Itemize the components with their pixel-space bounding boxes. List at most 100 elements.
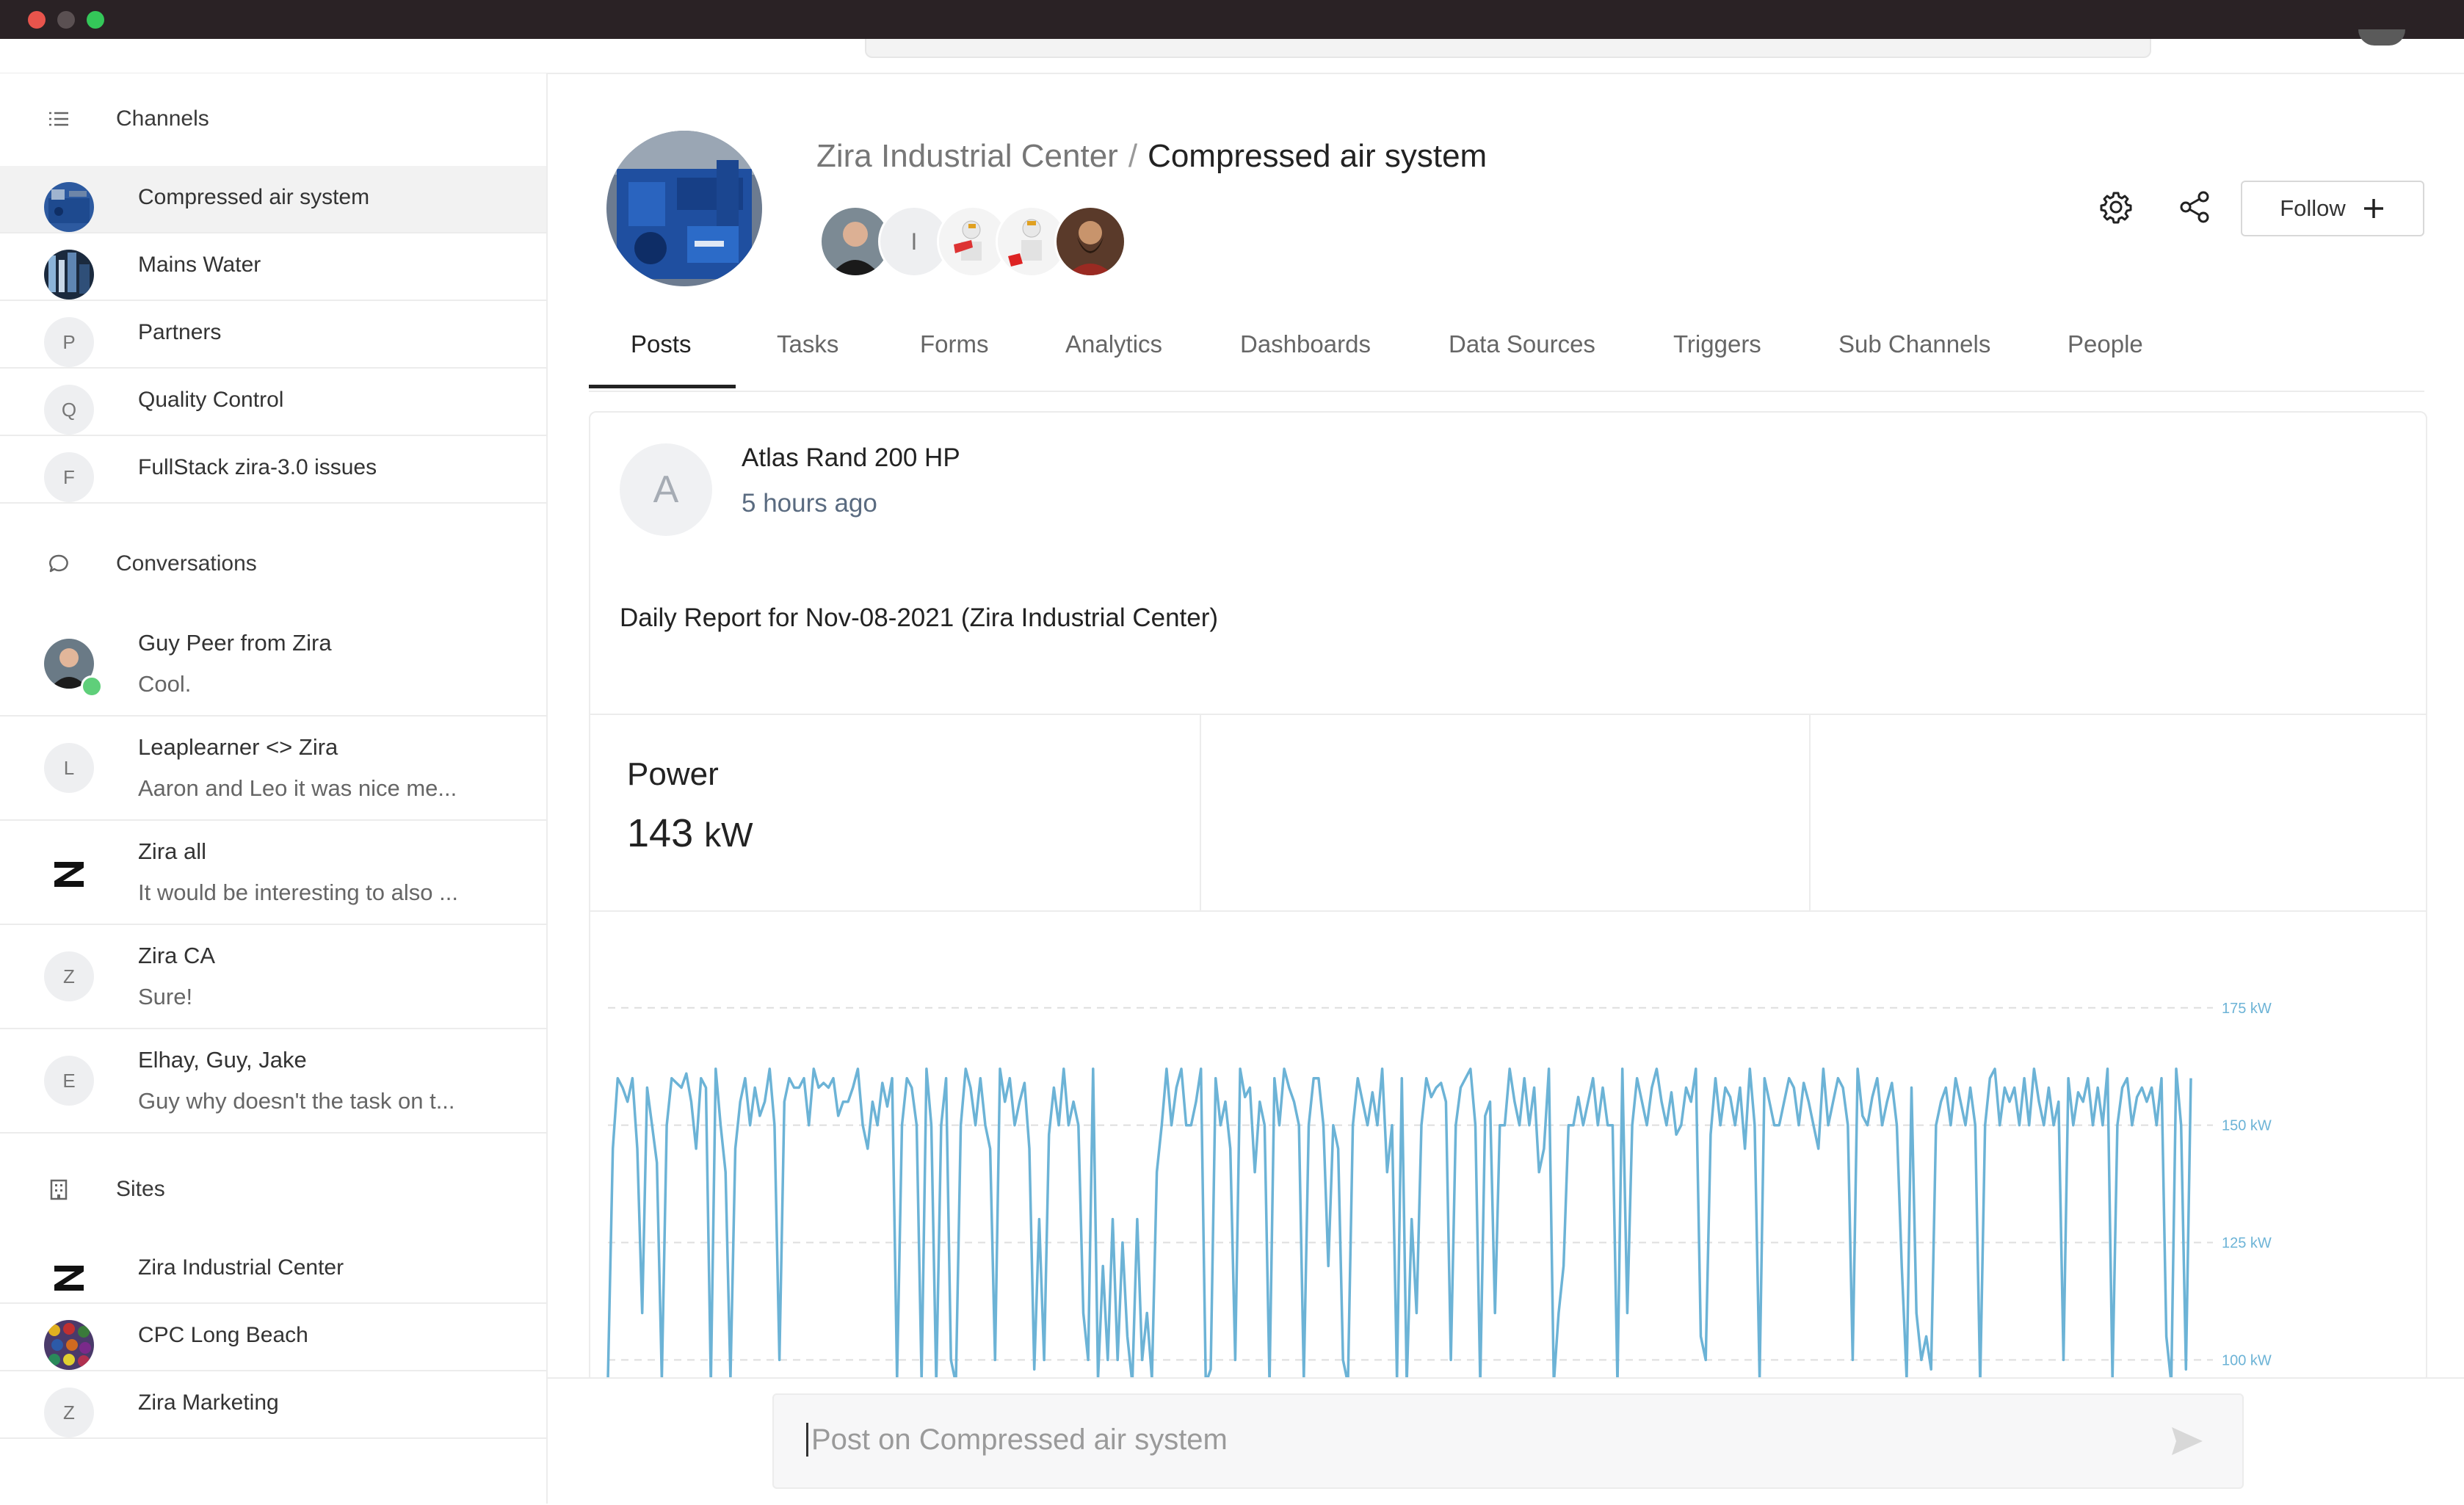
- page-title: Compressed air system: [1148, 138, 1488, 174]
- site-label: Zira Industrial Center: [138, 1255, 344, 1280]
- channel-avatar: [44, 182, 94, 232]
- power-chart-svg: 175 kW 150 kW 125 kW 100 kW: [606, 1001, 2272, 1382]
- post-body: Daily Report for Nov-08-2021 (Zira Indus…: [620, 603, 1219, 632]
- conversation-leaplearner[interactable]: L Leaplearner <> Zira Aaron and Leo it w…: [0, 717, 546, 821]
- metric-value: 143 kW: [627, 811, 753, 855]
- conversation-snippet: It would be interesting to also ...: [138, 880, 458, 905]
- chart-y-tick-label: 175 kW: [2222, 1001, 2272, 1017]
- post-author-name[interactable]: Atlas Rand 200 HP: [742, 443, 960, 473]
- breadcrumb: Zira Industrial Center / Compressed air sy…: [816, 138, 1487, 175]
- sidebar-item-fullstack-issues[interactable]: F FullStack zira-3.0 issues: [0, 436, 546, 504]
- channel-label: Quality Control: [138, 388, 284, 412]
- send-icon[interactable]: [2169, 1423, 2206, 1459]
- window-minimize-button[interactable]: [57, 11, 75, 29]
- post-composer-input[interactable]: Post on Compressed air system: [806, 1423, 1228, 1457]
- post-timestamp: 5 hours ago: [742, 489, 877, 518]
- window-close-button[interactable]: [28, 11, 46, 29]
- conversation-title: Zira all: [138, 838, 207, 864]
- chart-y-tick-label: 125 kW: [2222, 1236, 2272, 1252]
- channel-label: Partners: [138, 320, 222, 344]
- building-icon: [46, 1176, 72, 1203]
- sites-heading[interactable]: Sites: [0, 1160, 546, 1219]
- zira-logo-icon: [44, 847, 94, 897]
- chat-bubble-icon: [46, 551, 72, 577]
- tab-sub-channels[interactable]: Sub Channels: [1838, 330, 1990, 358]
- site-avatar: Z: [44, 1388, 94, 1437]
- member-avatar[interactable]: [1054, 206, 1126, 278]
- tab-analytics[interactable]: Analytics: [1065, 330, 1162, 358]
- tab-dashboards[interactable]: Dashboards: [1240, 330, 1371, 358]
- tab-triggers[interactable]: Triggers: [1673, 330, 1761, 358]
- breadcrumb-separator: /: [1128, 138, 1138, 174]
- chart-y-tick-label: 150 kW: [2222, 1118, 2272, 1134]
- metric-cell-empty: [1200, 715, 1811, 910]
- sidebar: Channels Compressed air system Mains Wat…: [0, 73, 548, 1504]
- window-titlebar: [0, 0, 2464, 39]
- settings-gear-icon[interactable]: [2095, 186, 2137, 228]
- share-icon[interactable]: [2175, 186, 2216, 228]
- tab-people[interactable]: People: [2068, 330, 2143, 358]
- site-label: Zira Marketing: [138, 1390, 279, 1415]
- conversation-elhay-guy-jake[interactable]: E Elhay, Guy, Jake Guy why doesn't the t…: [0, 1029, 546, 1134]
- channel-label: Compressed air system: [138, 185, 370, 209]
- sidebar-item-compressed-air-system[interactable]: Compressed air system: [0, 166, 546, 233]
- metric-cell-empty: [1809, 715, 2426, 910]
- tab-data-sources[interactable]: Data Sources: [1449, 330, 1595, 358]
- conversation-guy-peer[interactable]: Guy Peer from Zira Cool.: [0, 612, 546, 717]
- conversation-title: Zira CA: [138, 943, 216, 968]
- conversation-avatar: Z: [44, 951, 94, 1001]
- list-icon: [46, 106, 72, 132]
- conversation-title: Leaplearner <> Zira: [138, 734, 338, 760]
- tab-posts[interactable]: Posts: [631, 330, 692, 358]
- conversation-snippet: Sure!: [138, 984, 193, 1009]
- follow-button-label: Follow: [2280, 195, 2346, 221]
- plus-icon: [2363, 199, 2383, 218]
- conversation-avatar: L: [44, 743, 94, 793]
- post-composer[interactable]: Post on Compressed air system: [772, 1393, 2244, 1489]
- zira-logo-icon: [44, 1252, 94, 1302]
- channels-heading-label: Channels: [116, 106, 209, 131]
- sites-heading-label: Sites: [116, 1177, 165, 1201]
- post-author-avatar[interactable]: A: [620, 443, 712, 536]
- channel-avatar: [44, 250, 94, 300]
- channel-avatar: Q: [44, 385, 94, 435]
- window-maximize-button[interactable]: [87, 11, 104, 29]
- sidebar-item-partners[interactable]: P Partners: [0, 301, 546, 369]
- channels-heading[interactable]: Channels: [0, 90, 546, 148]
- sidebar-item-mains-water[interactable]: Mains Water: [0, 233, 546, 301]
- channel-photo: [606, 131, 762, 286]
- site-zira-industrial-center[interactable]: Zira Industrial Center: [0, 1236, 546, 1304]
- global-search-input[interactable]: [865, 39, 2151, 58]
- sidebar-item-quality-control[interactable]: Q Quality Control: [0, 369, 546, 436]
- metric-label: Power: [627, 756, 719, 792]
- conversation-avatar: E: [44, 1056, 94, 1106]
- follow-button[interactable]: Follow: [2241, 181, 2424, 236]
- conversation-snippet: Aaron and Leo it was nice me...: [138, 775, 457, 801]
- channel-label: FullStack zira-3.0 issues: [138, 455, 377, 479]
- metric-row: Power 143 kW: [590, 714, 2426, 912]
- conversation-title: Guy Peer from Zira: [138, 630, 332, 656]
- conversations-heading[interactable]: Conversations: [0, 534, 546, 593]
- channel-label: Mains Water: [138, 253, 261, 277]
- conversation-snippet: Guy why doesn't the task on t...: [138, 1088, 455, 1114]
- site-cpc-long-beach[interactable]: CPC Long Beach: [0, 1304, 546, 1371]
- site-label: CPC Long Beach: [138, 1323, 308, 1347]
- conversation-zira-ca[interactable]: Z Zira CA Sure!: [0, 925, 546, 1029]
- site-zira-marketing[interactable]: Z Zira Marketing: [0, 1371, 546, 1439]
- active-tab-indicator: [589, 385, 736, 388]
- channel-avatar: F: [44, 452, 94, 502]
- post-card: A Atlas Rand 200 HP 5 hours ago Daily Re…: [589, 411, 2427, 1383]
- tab-forms[interactable]: Forms: [920, 330, 989, 358]
- conversations-heading-label: Conversations: [116, 551, 257, 576]
- power-chart: 175 kW 150 kW 125 kW 100 kW: [590, 909, 2426, 1382]
- breadcrumb-site-link[interactable]: Zira Industrial Center: [816, 138, 1118, 174]
- site-avatar: [44, 1320, 94, 1370]
- channel-tabs: Posts Tasks Forms Analytics Dashboards D…: [589, 311, 2424, 392]
- chart-y-tick-label: 100 kW: [2222, 1352, 2272, 1368]
- tab-tasks[interactable]: Tasks: [777, 330, 838, 358]
- metric-cell-power: Power 143 kW: [590, 715, 1200, 910]
- conversation-title: Elhay, Guy, Jake: [138, 1047, 307, 1073]
- conversation-zira-all[interactable]: Zira all It would be interesting to also…: [0, 821, 546, 925]
- conversation-snippet: Cool.: [138, 671, 192, 697]
- chart-series-line: [606, 1067, 2192, 1382]
